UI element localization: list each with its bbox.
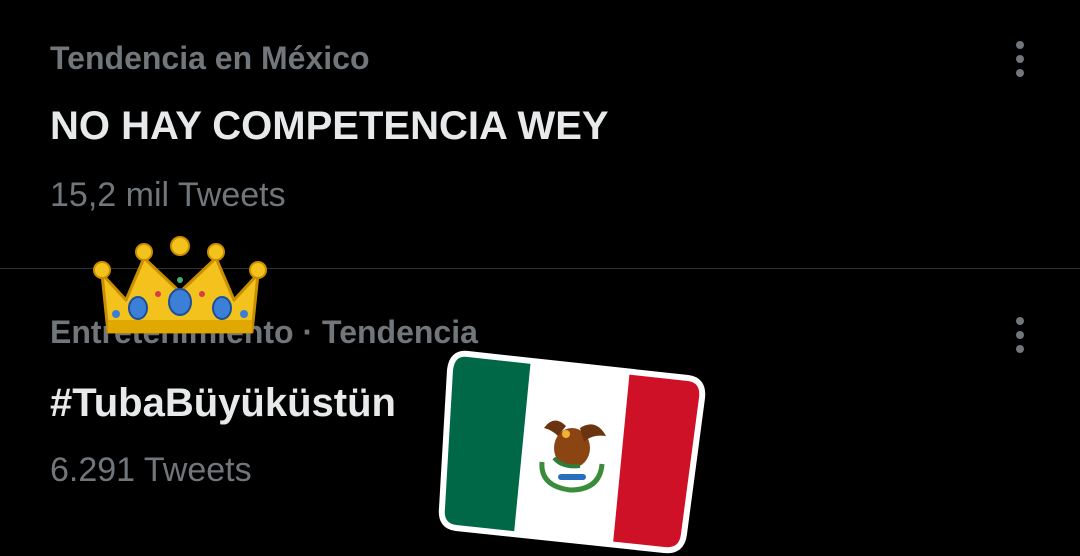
- trend-item[interactable]: Tendencia en México NO HAY COMPETENCIA W…: [0, 0, 1080, 269]
- more-vertical-icon[interactable]: [1000, 37, 1040, 81]
- trend-label: Tendencia: [322, 314, 478, 350]
- trend-separator: ·: [302, 314, 314, 350]
- trend-name: NO HAY COMPETENCIA WEY: [50, 104, 609, 148]
- trend-tweet-count: 15,2 mil Tweets: [50, 176, 286, 214]
- more-vertical-icon[interactable]: [1000, 313, 1040, 357]
- trend-tweet-count: 6.291 Tweets: [50, 451, 252, 489]
- trend-context: Tendencia en México: [50, 40, 370, 76]
- crown-emoji: [93, 236, 267, 334]
- mexico-flag-emoji: [438, 350, 706, 554]
- trend-name: #TubaBüyüküstün: [50, 381, 396, 425]
